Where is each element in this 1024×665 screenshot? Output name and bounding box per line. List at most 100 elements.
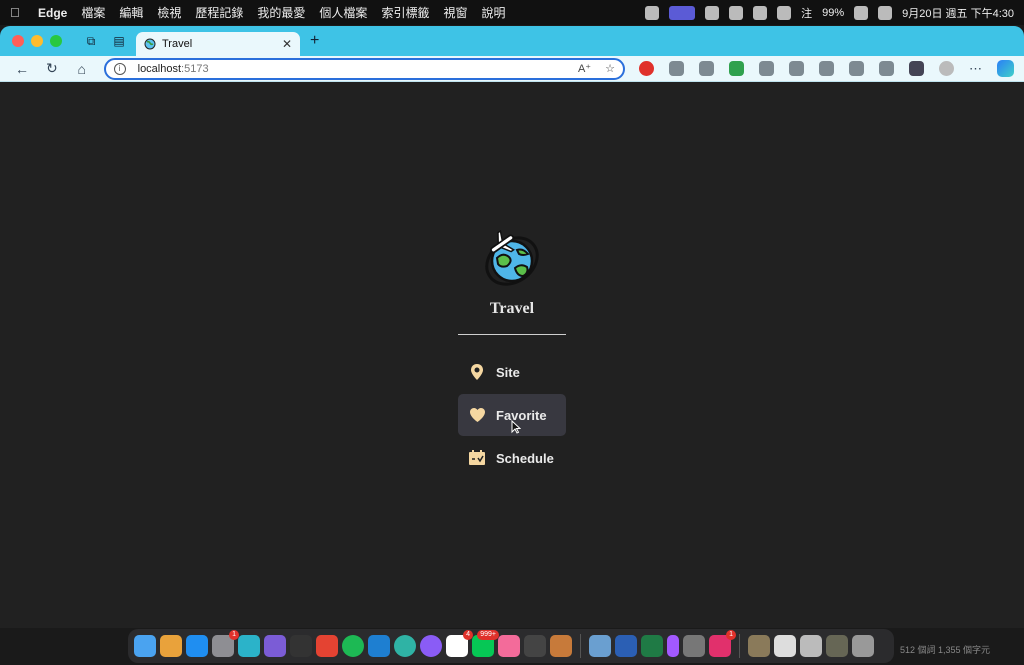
app-title: Travel xyxy=(489,300,535,317)
tab-travel[interactable]: Travel ✕ xyxy=(136,32,300,56)
notion-dock-icon[interactable]: 4 xyxy=(446,630,473,657)
nav-item-label: Favorite xyxy=(496,407,547,423)
notification-badge: 999+ xyxy=(477,630,499,640)
recent-file-dock-icon[interactable] xyxy=(800,635,822,657)
menu-view[interactable]: 檢視 xyxy=(157,4,181,21)
figma-dock-icon[interactable] xyxy=(667,635,679,657)
line-tray-icon[interactable] xyxy=(729,5,744,20)
nav-item-label: Site xyxy=(496,364,520,380)
notion-tray-icon[interactable] xyxy=(705,5,720,20)
menu-help[interactable]: 說明 xyxy=(481,4,505,21)
menu-file[interactable]: 檔案 xyxy=(81,4,105,21)
refresh-icon[interactable]: ↻ xyxy=(40,58,64,80)
favorites-icon[interactable] xyxy=(819,61,834,76)
split-screen-icon[interactable] xyxy=(789,61,804,76)
close-tab-icon[interactable]: ✕ xyxy=(282,37,292,51)
window-controls xyxy=(12,35,62,47)
zoom-window-button[interactable] xyxy=(50,35,62,47)
menubar-tray: 注 99% 9月20日 週五 下午4:30 xyxy=(645,5,1014,21)
pin-extension-icon[interactable] xyxy=(699,61,714,76)
calendar-icon xyxy=(468,449,486,467)
minimize-window-button[interactable] xyxy=(31,35,43,47)
screen-tool-dock-icon[interactable] xyxy=(238,635,260,657)
edge-window: ⧉ ▤ Travel ✕ + ← ↻ ⌂ i localhost:5173 A⁺… xyxy=(0,26,1024,628)
url-port: :5173 xyxy=(181,62,209,75)
messenger-dock-icon[interactable] xyxy=(420,635,442,657)
nav-item-label: Schedule xyxy=(496,450,554,466)
word-dock-icon[interactable] xyxy=(615,635,637,657)
downloads-icon[interactable] xyxy=(879,61,894,76)
play-tray-icon[interactable] xyxy=(777,5,792,20)
finder-dock-icon[interactable] xyxy=(134,635,156,657)
new-tab-button[interactable]: + xyxy=(310,32,319,50)
vscode-dock-icon[interactable] xyxy=(368,635,390,657)
extension-icon[interactable] xyxy=(669,61,684,76)
back-icon[interactable]: ← xyxy=(10,58,34,80)
site-info-icon[interactable]: i xyxy=(113,62,126,75)
address-bar[interactable]: i localhost:5173 A⁺ ☆ xyxy=(103,57,625,80)
browser-essentials-icon[interactable] xyxy=(909,61,924,76)
profile-avatar[interactable] xyxy=(939,61,954,76)
iphone-mirroring-dock-icon[interactable] xyxy=(550,635,572,657)
recent-file-dock-icon[interactable] xyxy=(774,635,796,657)
tab-title: Travel xyxy=(162,38,193,50)
line-dock-icon[interactable]: 999+ xyxy=(472,630,499,657)
nav-item-schedule[interactable]: Schedule xyxy=(458,437,566,479)
todo-dock-icon[interactable] xyxy=(316,635,338,657)
collections-icon[interactable] xyxy=(849,61,864,76)
home-icon[interactable]: ⌂ xyxy=(70,58,94,80)
excel-dock-icon[interactable] xyxy=(641,635,663,657)
obsidian-dock-icon[interactable] xyxy=(264,635,286,657)
wifi-icon[interactable] xyxy=(854,5,869,20)
menu-tabs[interactable]: 索引標籤 xyxy=(381,4,429,21)
edge-dock-icon[interactable] xyxy=(394,635,416,657)
tab-actions-icon[interactable]: ▤ xyxy=(108,30,130,52)
recent-file-dock-icon[interactable] xyxy=(748,635,770,657)
more-options-icon[interactable]: ⋯ xyxy=(969,61,982,77)
screen-share-icon[interactable] xyxy=(669,5,696,20)
record-icon[interactable] xyxy=(645,5,660,20)
tab-bar: ⧉ ▤ Travel ✕ + xyxy=(0,26,1024,56)
bezel-tray-icon[interactable] xyxy=(753,5,768,20)
menubar-clock[interactable]: 9月20日 週五 下午4:30 xyxy=(902,5,1014,21)
trash-dock-icon[interactable] xyxy=(852,635,874,657)
menu-history[interactable]: 歷程記錄 xyxy=(195,4,243,21)
control-center-icon[interactable] xyxy=(878,5,893,20)
instagram-dock-icon[interactable]: 1 xyxy=(709,630,736,657)
menu-window[interactable]: 視窗 xyxy=(443,4,467,21)
menu-profile[interactable]: 個人檔案 xyxy=(319,4,367,21)
extensions-toolbar: ⋯ xyxy=(639,60,1014,77)
side-nav: Site Favorite Schedule xyxy=(458,351,566,480)
read-aloud-icon[interactable]: A⁺ xyxy=(578,62,591,75)
macos-menubar:  Edge 檔案 編輯 檢視 歷程記錄 我的最愛 個人檔案 索引標籤 視窗 說… xyxy=(0,0,1024,25)
word-count-status: 512 個詞 1,355 個字元 xyxy=(900,645,991,655)
app-store-dock-icon[interactable] xyxy=(186,635,208,657)
menu-edit[interactable]: 編輯 xyxy=(119,4,143,21)
workspaces-icon[interactable]: ⧉ xyxy=(80,30,102,52)
timer-dock-icon[interactable] xyxy=(290,635,312,657)
puzzle-extensions-icon[interactable] xyxy=(759,61,774,76)
shield-extension-icon[interactable] xyxy=(729,61,744,76)
bilibili-dock-icon[interactable] xyxy=(498,635,520,657)
calculator-dock-icon[interactable] xyxy=(683,635,705,657)
preview-dock-icon[interactable] xyxy=(589,635,611,657)
recent-file-dock-icon[interactable] xyxy=(826,635,848,657)
menu-favorites[interactable]: 我的最愛 xyxy=(257,4,305,21)
spotify-dock-icon[interactable] xyxy=(342,635,364,657)
apple-logo-icon[interactable]:  xyxy=(10,5,24,20)
adblock-extension-icon[interactable] xyxy=(639,61,654,76)
menu-app-name[interactable]: Edge xyxy=(38,6,67,20)
travel-globe-logo-icon xyxy=(485,230,539,286)
launchpad-dock-icon[interactable] xyxy=(160,635,182,657)
title-divider xyxy=(458,334,566,335)
copilot-icon[interactable] xyxy=(997,60,1014,77)
chatgpt-dock-icon[interactable] xyxy=(524,635,546,657)
close-window-button[interactable] xyxy=(12,35,24,47)
nav-item-site[interactable]: Site xyxy=(458,351,566,393)
dock-separator xyxy=(739,634,740,658)
favorite-star-icon[interactable]: ☆ xyxy=(605,62,615,75)
battery-percent[interactable]: 99% xyxy=(822,7,844,19)
system-settings-dock-icon[interactable]: 1 xyxy=(212,630,239,657)
input-method-indicator[interactable]: 注 xyxy=(801,5,812,21)
dock-separator xyxy=(580,634,581,658)
